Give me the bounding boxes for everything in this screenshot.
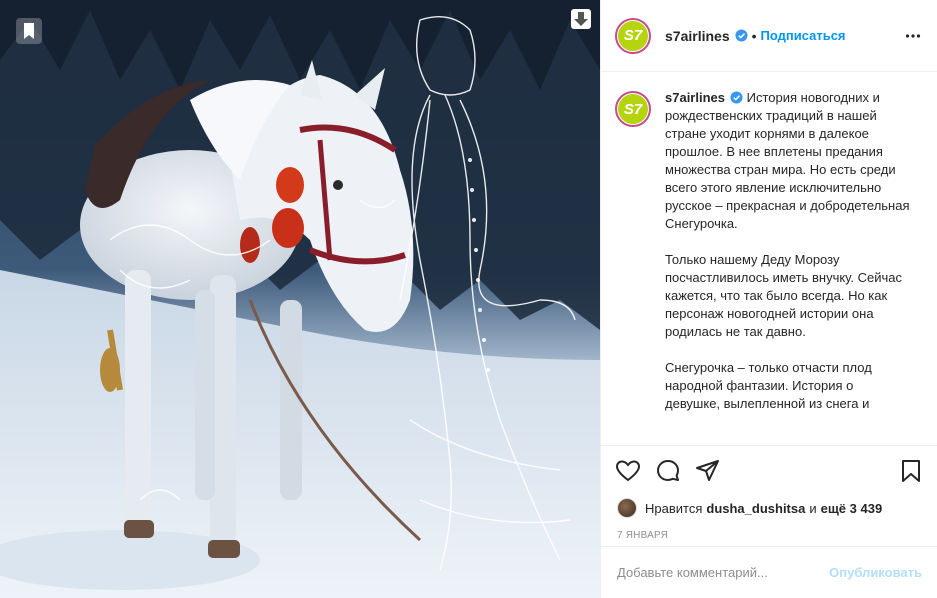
post-date[interactable]: 7 ЯНВАРЯ — [601, 520, 937, 541]
heart-icon[interactable] — [615, 458, 641, 484]
post-footer: Нравится dusha_dushitsa и ещё 3 439 7 ЯН… — [601, 445, 937, 541]
comment-input[interactable] — [617, 565, 822, 580]
comment-icon[interactable] — [655, 458, 681, 484]
caption-avatar[interactable]: S7 — [615, 91, 651, 127]
liker-username[interactable]: dusha_dushitsa — [706, 501, 805, 516]
liker-avatar[interactable] — [617, 498, 637, 518]
download-icon[interactable] — [570, 8, 592, 30]
verified-badge-icon — [735, 29, 748, 42]
caption: S7 s7airlines История новогодних и рожде… — [615, 89, 922, 413]
likes-prefix: Нравится — [645, 500, 703, 516]
separator-dot: • — [751, 27, 757, 44]
action-bar — [601, 446, 937, 496]
comment-form: Опубликовать — [601, 546, 937, 598]
bookmark-icon[interactable] — [898, 458, 924, 484]
collection-icon[interactable] — [16, 18, 42, 44]
username-link[interactable]: s7airlines — [665, 28, 730, 44]
caption-body: История новогодних и рождественских трад… — [665, 90, 910, 411]
avatar[interactable]: S7 — [615, 17, 651, 54]
caption-avatar-logo: S7 — [618, 94, 648, 124]
publish-button[interactable]: Опубликовать — [829, 565, 922, 580]
avatar-logo: S7 — [618, 20, 648, 51]
share-icon[interactable] — [695, 458, 721, 484]
more-options-icon[interactable] — [905, 28, 921, 44]
caption-scroll-area[interactable]: S7 s7airlines История новогодних и рожде… — [601, 73, 937, 445]
post-header: S7 s7airlines • Подписаться — [601, 0, 937, 72]
follow-button[interactable]: Подписаться — [761, 28, 846, 43]
caption-username[interactable]: s7airlines — [665, 90, 725, 105]
caption-text: s7airlines История новогодних и рождеств… — [665, 89, 910, 413]
instagram-post: S7 s7airlines • Подписаться S7 s7airline… — [0, 0, 937, 598]
likes-summary: Нравится dusha_dushitsa и ещё 3 439 — [601, 496, 937, 520]
post-sidebar: S7 s7airlines • Подписаться S7 s7airline… — [600, 0, 937, 598]
verified-badge-icon — [730, 91, 743, 104]
post-image[interactable] — [0, 0, 600, 598]
likes-and: и — [809, 500, 817, 516]
horse-snow-photo — [0, 0, 600, 598]
likes-count-link[interactable]: ещё 3 439 — [821, 501, 883, 516]
